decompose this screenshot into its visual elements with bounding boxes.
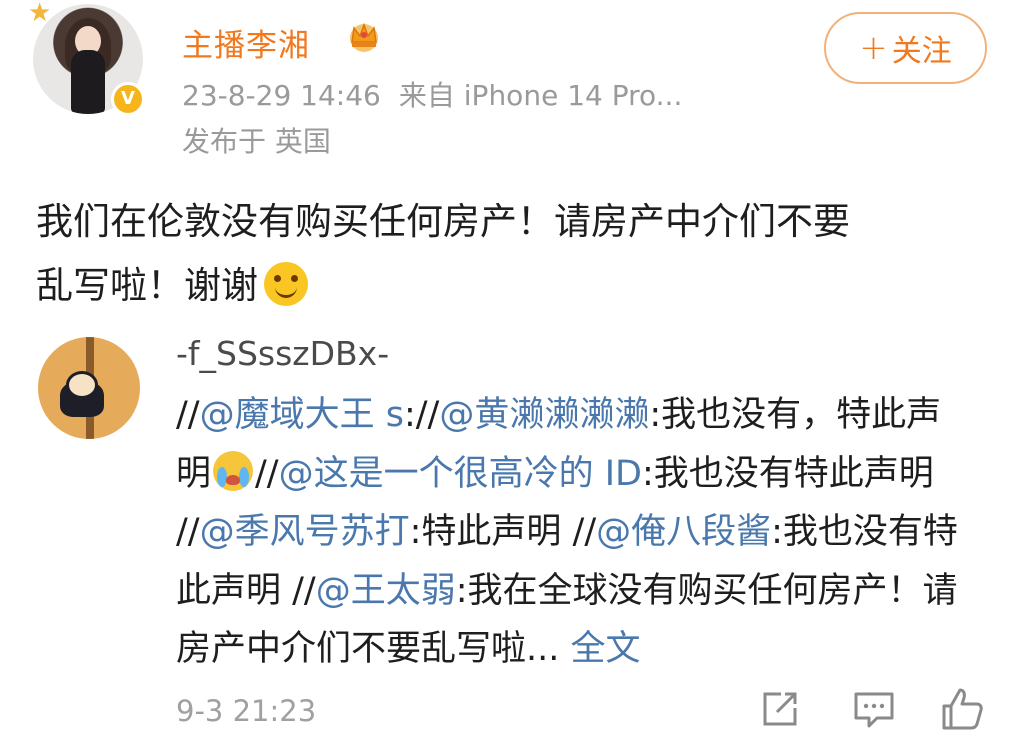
post-location: 发布于 英国 <box>182 125 331 158</box>
post-text: 我们在伦敦没有购买任何房产！请房产中介们不要 乱写啦！谢谢 <box>36 190 976 318</box>
repost-text: //@魔域大王 s://@黄濑濑濑濑:我也没有，特此声明//@这是一个很高冷的 … <box>176 386 976 679</box>
plus-icon: + <box>859 28 888 68</box>
mention-link[interactable]: @季风号苏打 <box>200 512 410 552</box>
repost-text-segment: :特此声明 // <box>409 512 597 552</box>
mention-link[interactable]: @黄濑濑濑濑 <box>439 395 649 435</box>
repost-text-segment: // <box>176 395 200 435</box>
cry-emoji-icon <box>213 450 254 491</box>
reposter-avatar[interactable] <box>38 337 140 439</box>
author-name[interactable]: 主播李湘 <box>182 20 310 65</box>
post-text-line: 乱写啦！谢谢 <box>36 264 258 307</box>
post-text-line: 我们在伦敦没有购买任何房产！请房产中介们不要 <box>36 200 850 243</box>
verified-badge-icon: V <box>111 82 145 116</box>
mention-link[interactable]: @王太弱 <box>316 571 456 611</box>
smile-emoji-icon <box>264 262 308 306</box>
like-icon[interactable] <box>939 686 985 732</box>
repost-text-segment: // <box>255 453 279 494</box>
follow-button[interactable]: + 关注 <box>824 12 987 84</box>
post-timestamp: 23-8-29 14:46 <box>182 79 381 112</box>
mention-link[interactable]: @这是一个很高冷的 ID <box>279 454 642 494</box>
repost-text-segment: :// <box>403 395 440 435</box>
crown-decoration-icon: ★ <box>28 0 52 28</box>
mention-link[interactable]: @魔域大王 s <box>200 395 404 435</box>
full-text-link[interactable]: 全文 <box>571 629 641 669</box>
repost-time: 9-3 21:23 <box>176 694 317 728</box>
post-source[interactable]: 来自 iPhone 14 Pro... <box>399 79 682 112</box>
comment-icon[interactable] <box>851 686 897 732</box>
reposter-username[interactable]: -f_SSsszDBx- <box>176 334 389 373</box>
mention-link[interactable]: @俺八段酱 <box>596 512 771 552</box>
follow-label: 关注 <box>891 34 952 69</box>
post-meta: 23-8-29 14:46 来自 iPhone 14 Pro... <box>182 74 682 114</box>
share-icon[interactable] <box>757 686 803 732</box>
crown-icon <box>350 22 378 52</box>
